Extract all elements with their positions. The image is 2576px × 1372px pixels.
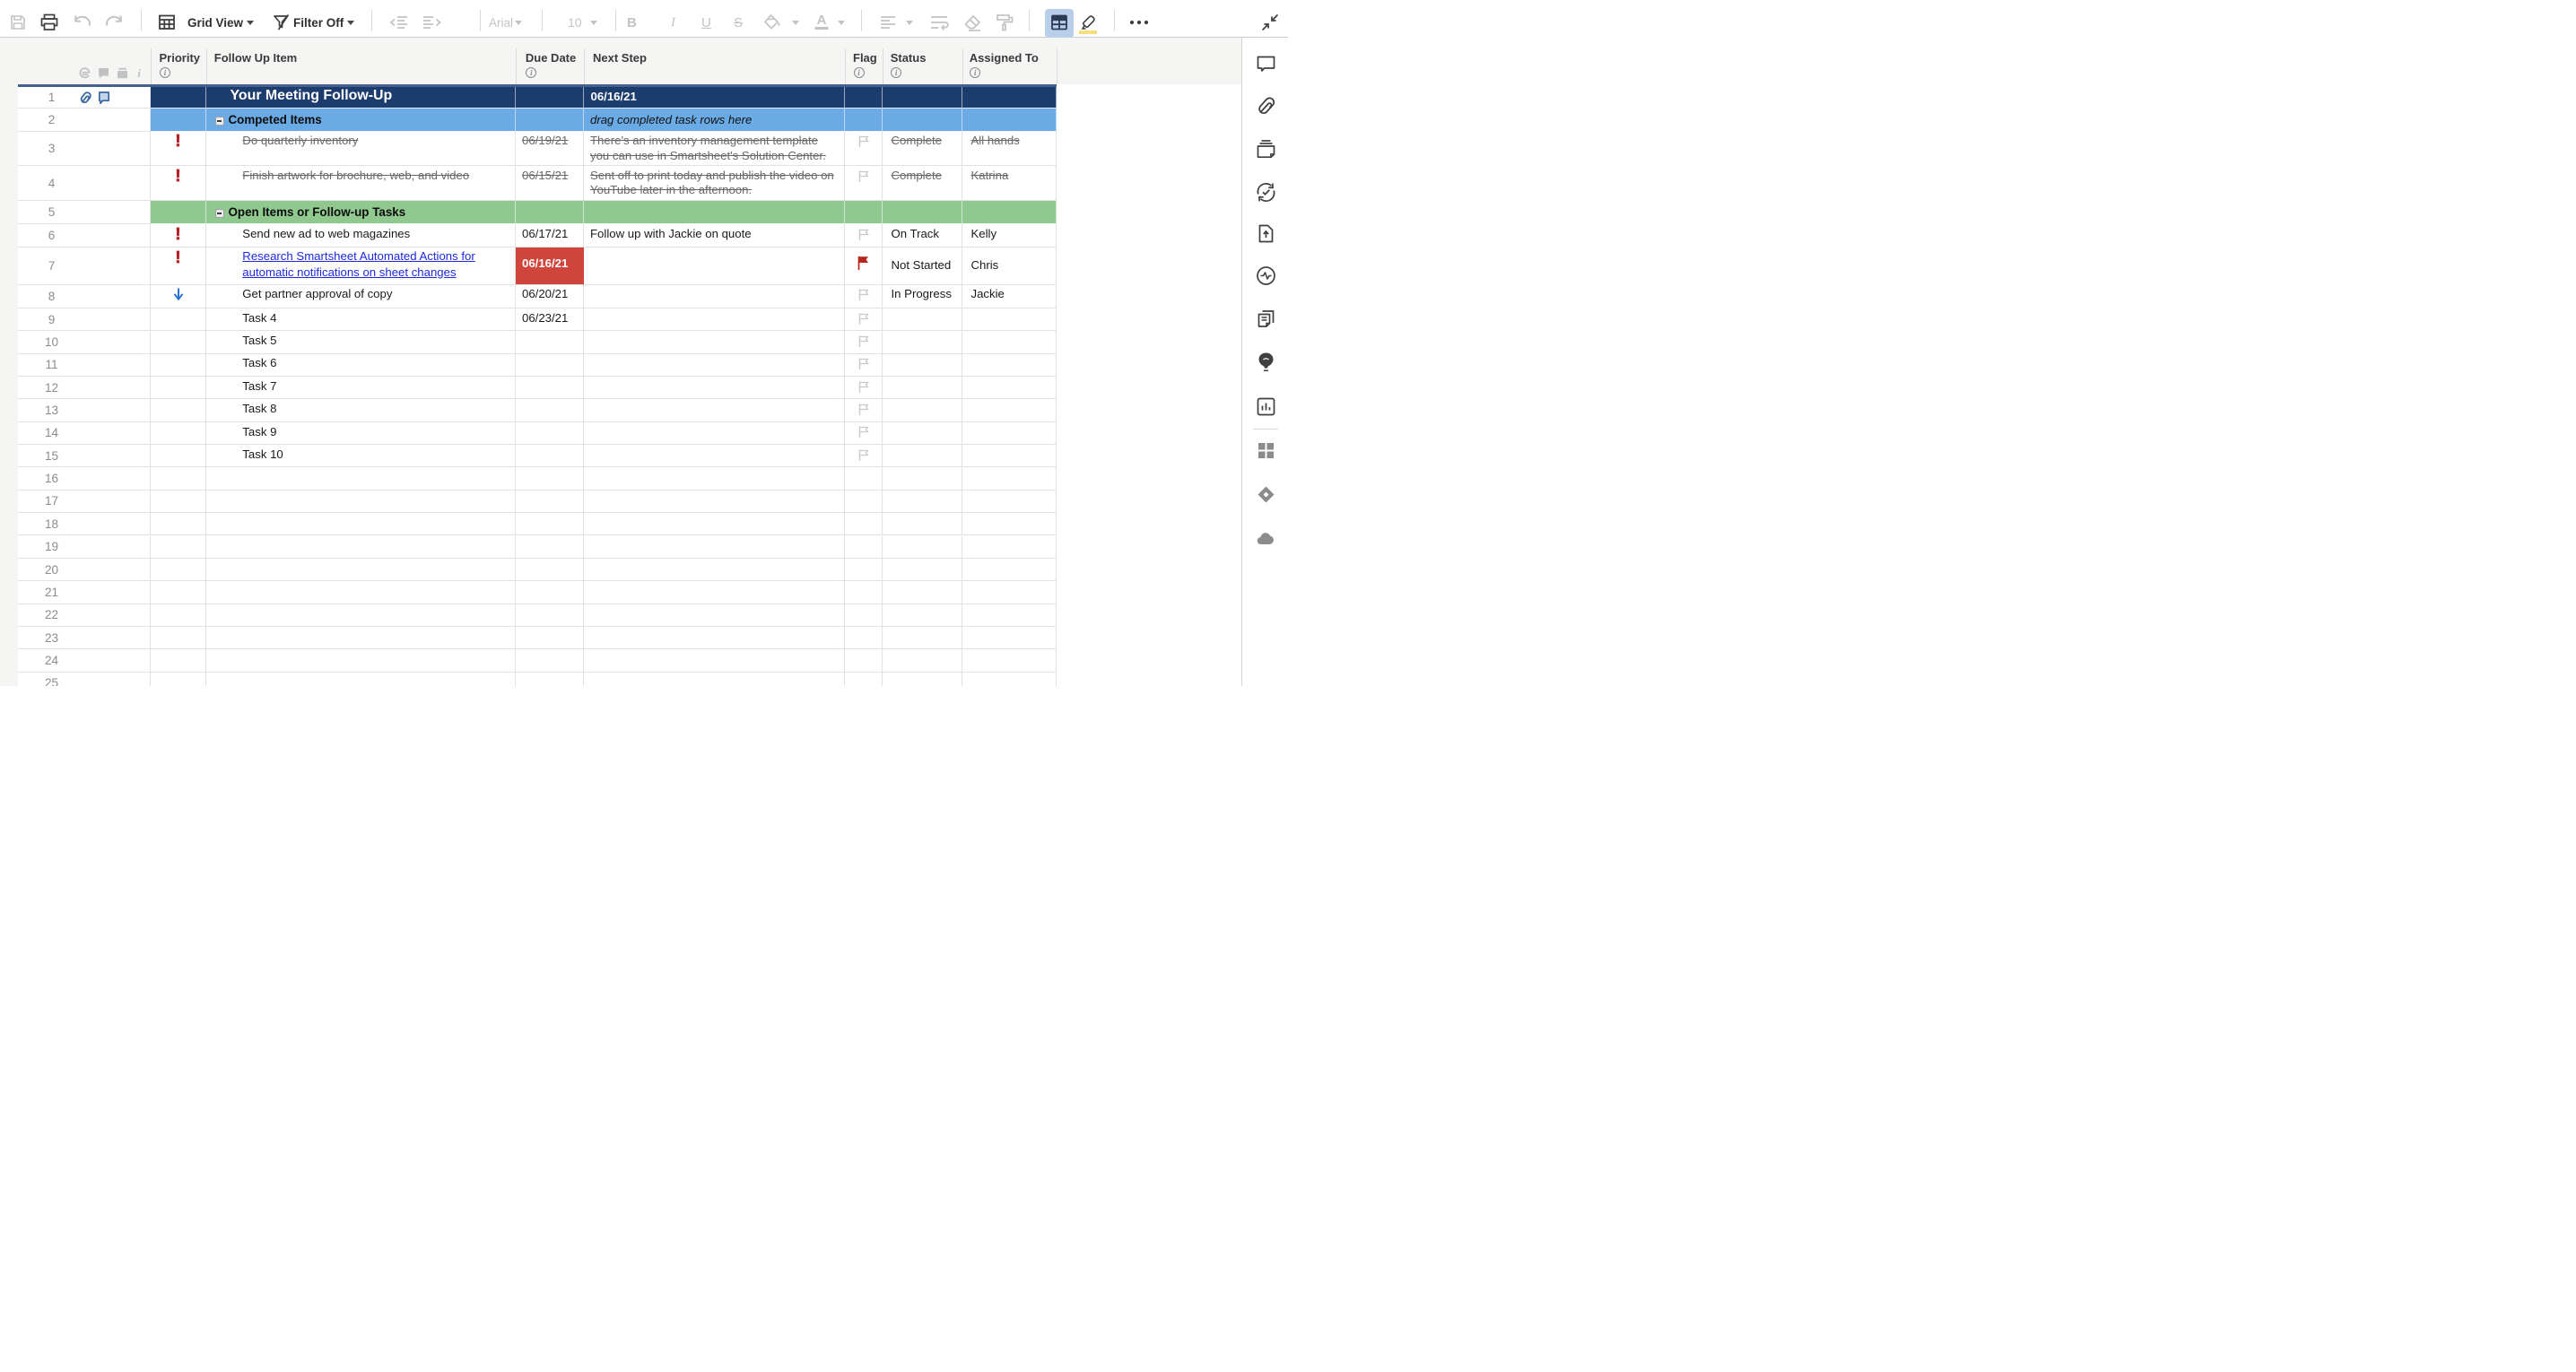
- svg-text:A: A: [817, 13, 827, 28]
- svg-text:i: i: [137, 66, 141, 80]
